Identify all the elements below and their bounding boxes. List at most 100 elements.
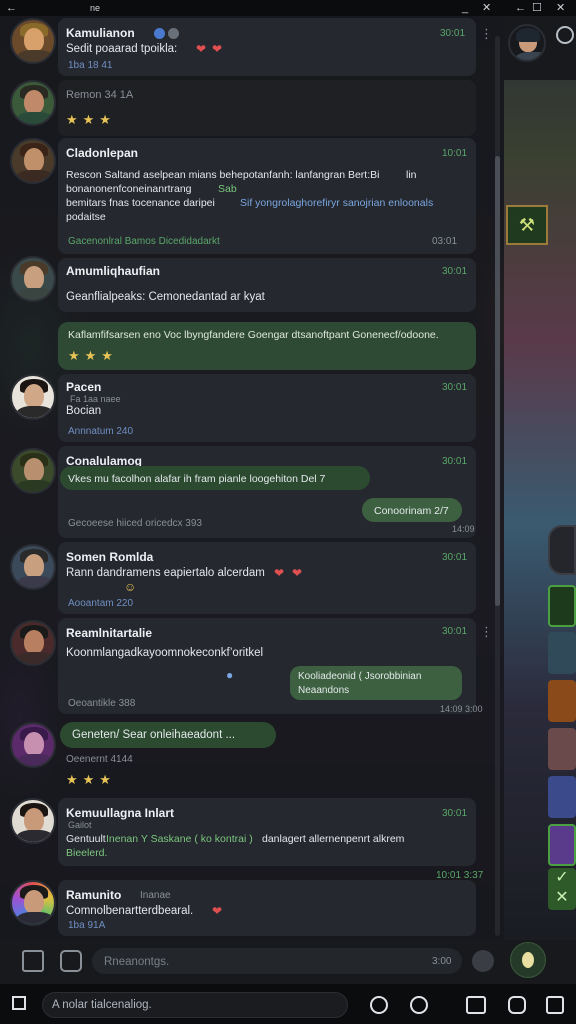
heart-icon: ❤ xyxy=(212,904,223,918)
emoji-button[interactable] xyxy=(472,950,494,972)
gallery-icon[interactable] xyxy=(60,950,82,972)
message-footer: Annnatum 240 xyxy=(68,426,134,437)
message-time: 30:01 xyxy=(442,626,468,637)
verified-icon xyxy=(154,28,165,39)
message-text-line1: Gentuult xyxy=(66,833,106,845)
message-meta: Inanae xyxy=(140,890,171,901)
game-sign-logo: ⚒ xyxy=(506,205,548,245)
message-time: 30:01 xyxy=(442,266,468,277)
attach-icon[interactable] xyxy=(22,950,44,972)
message-time: 10:01 xyxy=(442,148,468,159)
avatar-1[interactable] xyxy=(10,18,56,64)
sender-name[interactable]: Reamlnitartalie xyxy=(66,626,152,640)
check-close-buttons[interactable]: ✓ ✕ xyxy=(548,868,576,910)
close-button[interactable]: ✕ xyxy=(482,1,491,15)
profile-avatar[interactable] xyxy=(508,24,546,62)
side-thumb-4[interactable] xyxy=(548,728,576,770)
side-thumb-6[interactable] xyxy=(548,824,576,866)
message-text-line4: podaitse xyxy=(66,211,106,223)
message-footer-time: 14:09 3:00 xyxy=(440,704,483,714)
minimize-button[interactable]: _ xyxy=(462,1,468,15)
sender-name[interactable]: Amumliqhaufian xyxy=(66,264,160,278)
message-text: Bocian xyxy=(66,405,102,417)
message-meta: 1ba 18 41 xyxy=(68,60,113,71)
avatar-6[interactable] xyxy=(10,374,56,420)
message-text: Rann dandramens eapiertalo alcerdam xyxy=(66,567,265,579)
heart-icon: ❤ xyxy=(196,42,207,56)
smile-icon: ☺ xyxy=(124,580,137,594)
message-time: 30:01 xyxy=(442,456,468,467)
sender-name[interactable]: Ramunito xyxy=(66,888,121,902)
avatar-3[interactable] xyxy=(10,138,56,184)
message-footer-link[interactable]: Gacenonlral Bamos Dicedidadarkt xyxy=(68,236,220,247)
sender-name[interactable]: Kemuullagna Inlart xyxy=(66,806,174,820)
avatar-9[interactable] xyxy=(10,620,56,666)
message-text: Kaflamfifsarsen eno Voc lbyngfandere Goe… xyxy=(68,329,439,341)
photos-icon[interactable] xyxy=(466,996,486,1014)
message-text-line2: bonanonenfconeinanrtrang xyxy=(66,183,192,195)
message-footer-time: 14:09 xyxy=(452,524,475,534)
message-text-accent[interactable]: Inenan Y Saskane ( ko kontrai ) xyxy=(106,832,253,846)
message-text-line1-suffix: danlagert allernenpenrt alkrem xyxy=(262,833,405,845)
heart-icon: ❤ xyxy=(292,566,303,580)
reply-text: Conoorinam 2/7 xyxy=(374,505,449,517)
message-time: 30:01 xyxy=(440,28,466,39)
message-text: Comnolbenartterdbearal. xyxy=(66,905,194,917)
message-text-line1-suffix: lin xyxy=(406,169,417,181)
record-icon[interactable] xyxy=(370,996,388,1014)
app-window: ← ne _ ✕ ← ☐ ✕ ⚒ ✓ ✕ Kamulianon 30:01 ⋮ S… xyxy=(0,0,576,1024)
message-text-line1: Rescon Saltand aselpean mians behepotanf… xyxy=(66,169,380,181)
scrollbar-thumb[interactable] xyxy=(495,156,500,606)
more-icon[interactable]: ⋮ xyxy=(480,26,494,42)
window-title: ne xyxy=(90,3,101,13)
notes-icon[interactable] xyxy=(546,996,564,1014)
gamepad-icon[interactable] xyxy=(508,996,526,1014)
message-text-line2: Bieelerd. xyxy=(66,847,108,859)
clock-icon[interactable] xyxy=(410,996,428,1014)
side-thumb-5[interactable] xyxy=(548,776,576,818)
composer-time: 3:00 xyxy=(432,956,452,967)
sender-name[interactable]: Kamulianon xyxy=(66,26,135,40)
right-panel-header xyxy=(504,16,576,80)
settings-icon[interactable] xyxy=(556,26,574,44)
start-icon[interactable] xyxy=(12,996,26,1010)
avatar-12[interactable] xyxy=(10,880,56,926)
side-thumb-1[interactable] xyxy=(548,585,576,627)
message-text-line3: bemitars fnas tocenance daripei xyxy=(66,197,215,209)
rating-stars: ★★★ xyxy=(66,112,116,127)
restore-button[interactable]: ☐ xyxy=(532,1,542,15)
message-meta: Oeenernt 4144 xyxy=(66,754,133,765)
message-time: 30:01 xyxy=(442,808,468,819)
avatar-8[interactable] xyxy=(10,544,56,590)
side-thumb-2[interactable] xyxy=(548,632,576,674)
message-text: Geneten/ Sear onleihaeadont ... xyxy=(72,729,236,741)
message-footer: Gecoeese hiiced oricedcx 393 xyxy=(68,518,202,529)
avatar-7[interactable] xyxy=(10,448,56,494)
close-button-secondary[interactable]: ✕ xyxy=(556,1,565,15)
message-text: Remon 34 1A xyxy=(66,89,134,101)
avatar-11[interactable] xyxy=(10,798,56,844)
message-footer-time: 03:01 xyxy=(432,236,458,247)
message-input-placeholder: Rneanontgs. xyxy=(104,956,170,968)
message-meta: Gailot xyxy=(68,820,92,830)
title-bar: ← ne _ ✕ ← ☐ ✕ xyxy=(0,0,576,16)
side-thumb-3[interactable] xyxy=(548,680,576,722)
avatar-2[interactable] xyxy=(10,80,56,126)
sender-name[interactable]: Cladonlepan xyxy=(66,146,138,160)
message-text-line3-suffix[interactable]: Sif yongrolaghorefiryr sanojrian enloona… xyxy=(240,196,433,210)
sender-name[interactable]: Somen Romlda xyxy=(66,550,153,564)
avatar-4[interactable] xyxy=(10,256,56,302)
role-icon xyxy=(168,28,179,39)
message-time: 30:01 xyxy=(442,382,468,393)
message-footer: 1ba 91A xyxy=(68,920,106,931)
side-avatar-chip[interactable] xyxy=(548,525,576,575)
send-icon xyxy=(522,952,534,968)
message-text-accent: Sab xyxy=(218,183,237,195)
more-icon[interactable]: ⋮ xyxy=(480,624,494,640)
sender-name[interactable]: Pacen xyxy=(66,380,101,394)
avatar-10[interactable] xyxy=(10,722,56,768)
back-icon-secondary[interactable]: ← xyxy=(515,1,526,15)
message-text: Geanflialpeaks: Cemonedantad ar kyat xyxy=(66,291,265,303)
heart-icon: ❤ xyxy=(212,42,223,56)
back-icon[interactable]: ← xyxy=(6,1,17,15)
